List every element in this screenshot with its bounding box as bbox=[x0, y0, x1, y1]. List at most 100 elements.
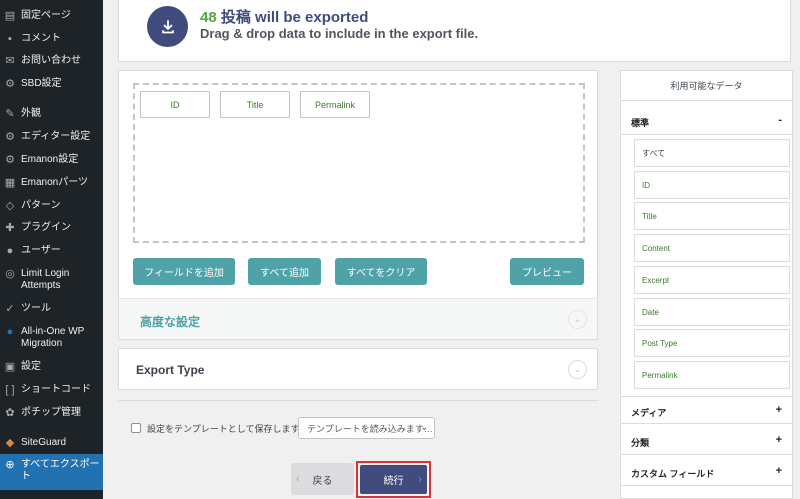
user-icon: ● bbox=[6, 245, 14, 257]
sidebar-item-pages[interactable]: ▤ 固定ページ bbox=[0, 10, 103, 22]
data-item-title[interactable]: Title bbox=[634, 202, 790, 230]
paw-icon: ✿ bbox=[5, 407, 15, 419]
data-item-id[interactable]: ID bbox=[634, 171, 790, 199]
export-count: 48 bbox=[200, 9, 217, 26]
pattern-icon: ◇ bbox=[5, 200, 15, 212]
export-type-toggle[interactable]: Export Type ⌄ bbox=[118, 348, 598, 390]
sidebar-item-settings[interactable]: ▣ 設定 bbox=[0, 361, 103, 373]
admin-sidebar: ▤ 固定ページ ▪ コメント ✉ お問い合わせ ⚙ SBD設定 ✎ 外観 ⚙ エ… bbox=[0, 0, 103, 499]
group-standard[interactable]: 標準 - bbox=[621, 107, 792, 135]
sidebar-item-label: 外観 bbox=[21, 108, 41, 119]
template-select-value: テンプレートを読み込みます… bbox=[307, 423, 433, 434]
sidebar-item-patterns[interactable]: ◇ パターン bbox=[0, 200, 103, 212]
sidebar-item-label: お問い合わせ bbox=[21, 55, 81, 66]
sidebar-item-comments[interactable]: ▪ コメント bbox=[0, 33, 103, 45]
next-button[interactable]: 続行 › bbox=[360, 465, 427, 494]
group-taxonomy[interactable]: 分類 + bbox=[621, 427, 792, 455]
clear-all-button[interactable]: すべてをクリア bbox=[335, 258, 427, 285]
sidebar-item-contact[interactable]: ✉ お問い合わせ bbox=[0, 55, 103, 67]
collapse-icon: - bbox=[778, 114, 782, 126]
group-custom-fields[interactable]: カスタム フィールド + bbox=[621, 458, 792, 486]
appearance-icon: ✎ bbox=[5, 108, 15, 120]
chevron-right-icon: › bbox=[418, 473, 422, 486]
sidebar-item-label: Limit Login Attempts bbox=[21, 268, 70, 291]
plugin-icon: ✚ bbox=[5, 222, 15, 234]
chevron-down-icon: ⌄ bbox=[568, 310, 587, 329]
sidebar-item-label: ユーザー bbox=[21, 245, 61, 256]
download-icon bbox=[147, 6, 188, 47]
group-media[interactable]: メディア + bbox=[621, 396, 792, 424]
data-item-all[interactable]: すべて bbox=[634, 139, 790, 167]
data-item-date[interactable]: Date bbox=[634, 298, 790, 326]
back-button[interactable]: ‹ 戻る bbox=[291, 463, 354, 495]
export-subtitle: Drag & drop data to include in the expor… bbox=[200, 26, 479, 41]
brackets-icon: [ ] bbox=[5, 384, 15, 396]
sidebar-item-label: エディター設定 bbox=[21, 131, 91, 142]
gear-icon: ⚙ bbox=[5, 78, 15, 90]
export-title-text: 投稿 will be exported bbox=[220, 9, 369, 26]
sidebar-item-label: 設定 bbox=[21, 361, 41, 372]
chevron-left-icon: ‹ bbox=[296, 473, 300, 485]
sidebar-item-emanon-settings[interactable]: ⚙ Emanon設定 bbox=[0, 154, 103, 166]
sidebar-item-migration[interactable]: ● All-in-One WP Migration bbox=[0, 326, 103, 350]
settings-icon: ▣ bbox=[4, 361, 16, 373]
add-field-button[interactable]: フィールドを追加 bbox=[133, 258, 235, 285]
data-item-permalink[interactable]: Permalink bbox=[634, 361, 790, 389]
advanced-settings-toggle[interactable]: 高度な設定 ⌄ bbox=[118, 298, 598, 340]
expand-icon: + bbox=[775, 404, 782, 416]
sidebar-item-label: All-in-One WP Migration bbox=[21, 326, 85, 349]
group-label: 標準 bbox=[631, 118, 650, 128]
gear-icon: ⚙ bbox=[5, 154, 15, 166]
mail-icon: ✉ bbox=[5, 55, 15, 67]
data-item-content[interactable]: Content bbox=[634, 234, 790, 262]
sidebar-item-label: Emanon設定 bbox=[21, 154, 79, 165]
chevron-down-icon: ⌄ bbox=[420, 422, 428, 432]
sidebar-item-label: パターン bbox=[21, 200, 61, 211]
sidebar-item-emanon-parts[interactable]: ▦ Emanonパーツ bbox=[0, 177, 103, 189]
sidebar-item-pochipp[interactable]: ✿ ポチップ管理 bbox=[0, 407, 103, 419]
group-label: 分類 bbox=[631, 438, 650, 448]
sidebar-item-limit-login[interactable]: ◎ Limit Login Attempts bbox=[0, 268, 103, 292]
next-button-highlight: 続行 › bbox=[356, 461, 431, 498]
field-chip-id[interactable]: ID bbox=[140, 91, 210, 118]
sidebar-item-sbd-settings[interactable]: ⚙ SBD設定 bbox=[0, 78, 103, 90]
sidebar-item-label: SBD設定 bbox=[21, 78, 62, 89]
shield-icon: ◆ bbox=[5, 437, 15, 449]
field-chip-permalink[interactable]: Permalink bbox=[300, 91, 370, 118]
sidebar-item-tools[interactable]: ✓ ツール bbox=[0, 303, 103, 315]
sidebar-item-export-all[interactable]: ⊕ すべてエクスポート bbox=[0, 454, 103, 490]
export-count-title: 48 投稿 will be exported bbox=[200, 6, 368, 27]
sidebar-item-shortcode[interactable]: [ ] ショートコード bbox=[0, 384, 103, 396]
fingerprint-icon: ◎ bbox=[5, 268, 15, 280]
sidebar-item-editor-settings[interactable]: ⚙ エディター設定 bbox=[0, 131, 103, 143]
sidebar-item-label: 固定ページ bbox=[21, 10, 71, 21]
next-label: 続行 bbox=[383, 476, 404, 487]
template-select[interactable]: テンプレートを読み込みます… ⌄ bbox=[298, 417, 435, 439]
pages-icon: ▤ bbox=[4, 10, 16, 22]
wrench-icon: ✓ bbox=[5, 303, 15, 315]
chevron-down-icon: ⌄ bbox=[568, 360, 587, 379]
group-label: カスタム フィールド bbox=[631, 469, 715, 479]
save-template-checkbox[interactable] bbox=[131, 423, 141, 433]
preview-button[interactable]: プレビュー bbox=[510, 258, 584, 285]
bottom-actions: 設定をテンプレートとして保存します。 テンプレートを読み込みます… ⌄ ‹ 戻る… bbox=[118, 400, 598, 499]
save-template-label: 設定をテンプレートとして保存します。 bbox=[147, 424, 308, 434]
sidebar-item-label: プラグイン bbox=[21, 222, 71, 233]
data-item-post-type[interactable]: Post Type bbox=[634, 329, 790, 357]
data-item-excerpt[interactable]: Excerpt bbox=[634, 266, 790, 294]
sidebar-item-appearance[interactable]: ✎ 外観 bbox=[0, 108, 103, 120]
expand-icon: + bbox=[775, 465, 782, 477]
sidebar-item-label: ポチップ管理 bbox=[21, 407, 81, 418]
advanced-settings-label: 高度な設定 bbox=[140, 315, 201, 329]
available-data-title: 利用可能なデータ bbox=[621, 71, 792, 101]
available-data-panel: 利用可能なデータ 標準 - すべて ID Title Content Excer… bbox=[620, 70, 793, 499]
export-icon: ⊕ bbox=[5, 459, 15, 471]
sidebar-item-users[interactable]: ● ユーザー bbox=[0, 245, 103, 257]
sidebar-item-siteguard[interactable]: ◆ SiteGuard bbox=[0, 437, 103, 449]
add-all-button[interactable]: すべて追加 bbox=[248, 258, 321, 285]
sidebar-item-plugins[interactable]: ✚ プラグイン bbox=[0, 222, 103, 234]
field-chip-title[interactable]: Title bbox=[220, 91, 290, 118]
sidebar-item-label: すべてエクスポート bbox=[21, 459, 100, 482]
sidebar-item-label: ツール bbox=[21, 303, 51, 314]
drop-zone[interactable]: ID Title Permalink bbox=[133, 83, 585, 243]
